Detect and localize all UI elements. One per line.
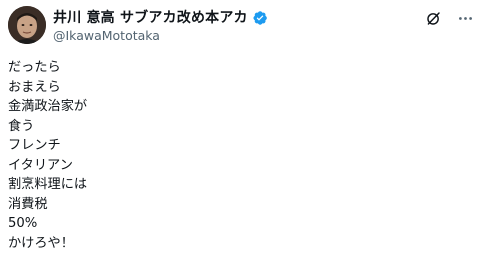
more-options-icon[interactable] <box>456 9 474 27</box>
grok-icon[interactable] <box>424 9 442 27</box>
post-top-actions <box>424 9 474 27</box>
post-text-line: だったら <box>8 60 61 75</box>
post-text-line: 食う <box>8 118 35 134</box>
post-text-line: おまえら <box>8 79 61 95</box>
author-display-name[interactable]: 井川 意高 サブアカ改め本アカ <box>53 9 248 27</box>
avatar[interactable] <box>8 6 46 44</box>
post-text-line: かけろや！ <box>8 235 74 251</box>
post-text-line: 金満政治家が <box>8 99 88 114</box>
post-text: だったら おまえら 金満政治家が 食う フレンチ イタリアン 割烹料理には 消費… <box>8 58 478 253</box>
post-text-line: 50% <box>8 216 38 231</box>
verified-badge-icon <box>252 10 268 26</box>
avatar-image <box>8 6 46 44</box>
post-text-line: フレンチ <box>8 138 61 153</box>
post-text-line: 割烹料理には <box>8 177 88 192</box>
author-handle[interactable]: @IkawaMototaka <box>53 28 160 44</box>
post-text-line: 消費税 <box>8 196 48 212</box>
author-name-row: 井川 意高 サブアカ改め本アカ <box>53 9 268 27</box>
post-text-line: イタリアン <box>8 157 73 173</box>
post: 井川 意高 サブアカ改め本アカ @IkawaMototaka だったら おまえら <box>0 0 486 261</box>
